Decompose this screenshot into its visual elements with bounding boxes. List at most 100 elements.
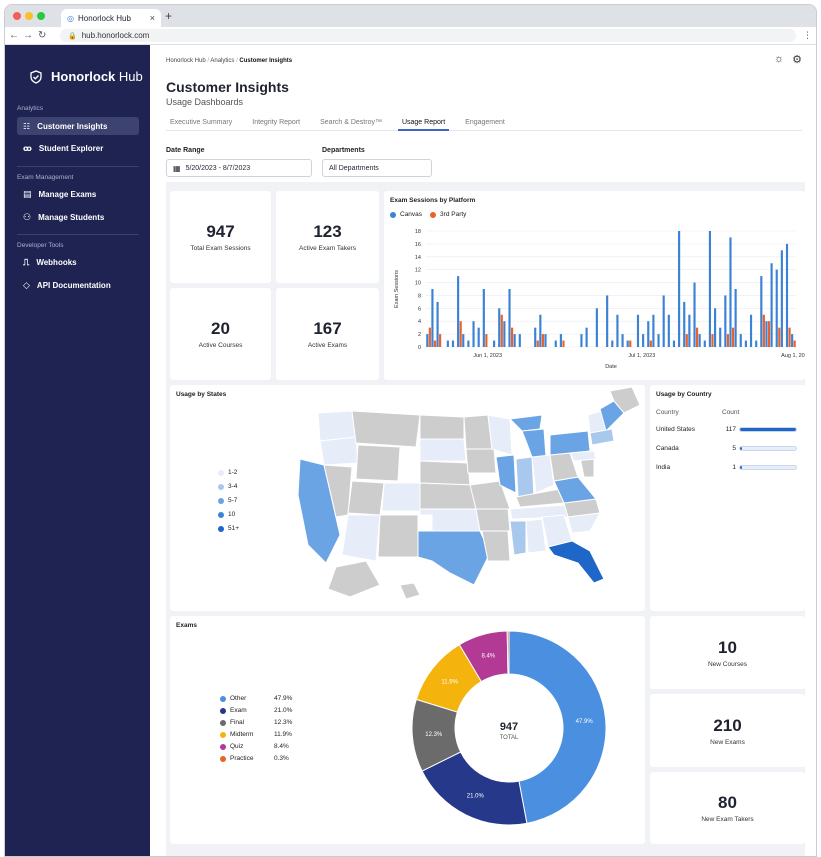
bar-3rd-party bbox=[649, 340, 652, 347]
departments-value: All Departments bbox=[329, 164, 379, 172]
theme-sun-icon[interactable]: ☼ bbox=[774, 53, 784, 66]
forward-icon[interactable]: → bbox=[23, 30, 33, 41]
bar-canvas bbox=[791, 334, 794, 347]
donut-chart-svg: 47.9% 21.0% 12.3% 11.9% 8.4% 947 TOTAL bbox=[411, 630, 607, 826]
stat-card-active-exams: 167 Active Exams bbox=[276, 288, 379, 380]
stat-value: 10 bbox=[718, 637, 737, 657]
bar-canvas bbox=[493, 340, 496, 347]
bar-canvas bbox=[544, 334, 547, 347]
x-tick-label: Aug 1, 2023 bbox=[781, 353, 805, 359]
tab-engagement[interactable]: Engagement bbox=[461, 117, 509, 131]
tab-usage-report[interactable]: Usage Report bbox=[397, 117, 450, 131]
stat-value: 20 bbox=[211, 319, 230, 338]
bar-canvas bbox=[683, 301, 686, 347]
country-name: Canada bbox=[656, 445, 679, 452]
date-range-field[interactable]: ▦ 5/20/2023 - 8/7/2023 bbox=[166, 159, 312, 177]
page-title: Customer Insights bbox=[166, 79, 289, 95]
bar-canvas bbox=[457, 276, 460, 347]
browser-menu-icon[interactable]: ⋮ bbox=[803, 30, 812, 41]
bar-canvas bbox=[616, 314, 619, 347]
bar-canvas bbox=[693, 282, 696, 347]
stat-value: 123 bbox=[313, 222, 342, 241]
bar-canvas bbox=[770, 263, 773, 347]
bar-canvas bbox=[467, 340, 470, 347]
stat-value: 210 bbox=[713, 715, 742, 735]
browser-tabbar: ◎ Honorlock Hub × + bbox=[5, 5, 816, 27]
close-window-icon[interactable] bbox=[13, 12, 21, 20]
sidebar-item-webhooks[interactable]: ⎍ Webhooks bbox=[17, 253, 139, 271]
stat-caption: New Exams bbox=[710, 738, 745, 746]
bar-3rd-party bbox=[485, 334, 488, 347]
sidebar-item-label: Manage Exams bbox=[38, 189, 97, 199]
country-row: Canada 5 bbox=[650, 445, 805, 455]
bar-canvas bbox=[539, 314, 542, 347]
settings-gear-icon[interactable]: ⚙ bbox=[792, 53, 802, 66]
maximize-window-icon[interactable] bbox=[37, 12, 45, 20]
person-gear-icon: ⚇ bbox=[23, 211, 32, 222]
sidebar-item-manage-students[interactable]: ⚇ Manage Students bbox=[17, 208, 139, 226]
sidebar-item-student-explorer[interactable]: ꝏ Student Explorer bbox=[17, 139, 139, 157]
minimize-window-icon[interactable] bbox=[25, 12, 33, 20]
bar-canvas bbox=[513, 334, 516, 347]
stat-caption: Active Exam Takers bbox=[299, 245, 356, 252]
dashboard-grid: 947 Total Exam Sessions 123 Active Exam … bbox=[166, 182, 805, 856]
y-tick-label: 18 bbox=[415, 229, 421, 235]
bar-canvas bbox=[451, 340, 455, 347]
favicon-icon: ◎ bbox=[67, 13, 74, 23]
country-bar-fill bbox=[740, 447, 743, 450]
sidebar-divider bbox=[17, 234, 139, 235]
bar-canvas bbox=[595, 308, 598, 347]
bar-canvas bbox=[431, 289, 434, 347]
tab-search-destroy[interactable]: Search & Destroy™ bbox=[316, 117, 386, 131]
bar-canvas bbox=[652, 314, 655, 347]
url-text: hub.honorlock.com bbox=[81, 31, 150, 40]
bar-canvas bbox=[755, 340, 758, 347]
bar-canvas bbox=[436, 301, 439, 347]
browser-tab[interactable]: ◎ Honorlock Hub × bbox=[61, 9, 161, 27]
sidebar-item-manage-exams[interactable]: ▤ Manage Exams bbox=[17, 185, 139, 203]
logo-bold: Honorlock bbox=[51, 69, 116, 84]
dashboard-icon: ☷ bbox=[23, 121, 31, 131]
bar-canvas bbox=[765, 321, 768, 347]
new-tab-button[interactable]: + bbox=[165, 9, 172, 23]
country-bar-fill bbox=[740, 466, 742, 469]
departments-select[interactable]: All Departments bbox=[322, 159, 432, 177]
lock-icon: 🔒 bbox=[68, 32, 77, 40]
tab-integrity-report[interactable]: Integrity Report bbox=[248, 117, 304, 131]
url-field[interactable]: 🔒 hub.honorlock.com bbox=[60, 29, 796, 42]
bar-canvas bbox=[672, 340, 676, 347]
report-tabs: Executive Summary Integrity Report Searc… bbox=[166, 117, 802, 131]
slice-label: 21.0% bbox=[467, 794, 485, 800]
bar-canvas bbox=[760, 276, 763, 347]
country-col-header: Country bbox=[656, 409, 679, 416]
stat-card-new-exam-takers: 80 New Exam Takers bbox=[650, 772, 805, 844]
tab-executive-summary[interactable]: Executive Summary bbox=[166, 117, 236, 131]
country-bar-track bbox=[739, 446, 797, 451]
logo[interactable]: Honorlock Hub bbox=[29, 69, 143, 84]
country-name: United States bbox=[656, 426, 696, 433]
browser-window: ◎ Honorlock Hub × + ← → ↻ 🔒 hub.honorloc… bbox=[4, 4, 817, 857]
breadcrumb-item[interactable]: Honorlock Hub bbox=[166, 58, 206, 64]
stat-card-total-exam-sessions: 947 Total Exam Sessions bbox=[170, 191, 271, 283]
people-icon: ꝏ bbox=[23, 143, 32, 153]
bar-canvas bbox=[580, 334, 583, 347]
bar-canvas bbox=[426, 334, 429, 347]
bar-canvas bbox=[734, 289, 737, 347]
bar-canvas bbox=[729, 237, 732, 347]
donut-slice bbox=[508, 630, 607, 824]
bar-canvas bbox=[642, 334, 645, 347]
stat-caption: New Exam Takers bbox=[701, 816, 754, 823]
bar-3rd-party bbox=[541, 334, 544, 347]
bar-3rd-party bbox=[629, 340, 632, 347]
bar-canvas bbox=[647, 321, 650, 347]
bar-canvas bbox=[739, 334, 742, 347]
reload-icon[interactable]: ↻ bbox=[38, 30, 46, 41]
sidebar-item-api-documentation[interactable]: ◇ API Documentation bbox=[17, 276, 139, 294]
y-tick-label: 16 bbox=[415, 242, 421, 248]
sidebar-item-label: API Documentation bbox=[36, 280, 111, 290]
back-icon[interactable]: ← bbox=[9, 30, 19, 41]
bar-3rd-party bbox=[778, 327, 781, 347]
breadcrumb-item[interactable]: Analytics bbox=[210, 58, 234, 64]
close-tab-icon[interactable]: × bbox=[150, 13, 155, 23]
sidebar-item-customer-insights[interactable]: ☷ Customer Insights bbox=[17, 117, 139, 135]
